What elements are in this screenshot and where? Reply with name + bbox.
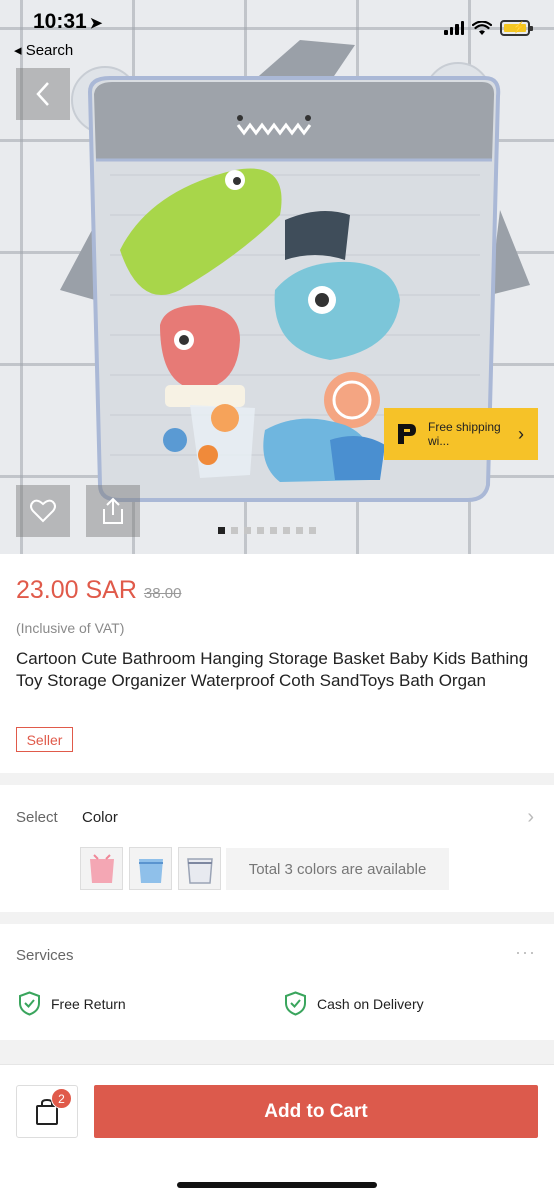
chevron-right-icon[interactable]: › [527, 806, 534, 829]
home-indicator[interactable] [177, 1182, 377, 1188]
shield-check-icon [19, 991, 40, 1016]
colors-available-note: Total 3 colors are available [226, 848, 449, 890]
pagination-dot[interactable] [257, 527, 264, 534]
image-back-button[interactable] [16, 68, 70, 120]
blue-basket-thumbnail [138, 858, 163, 883]
color-swatches [80, 847, 221, 890]
pagination-dot[interactable] [270, 527, 277, 534]
pagination-dot[interactable] [218, 527, 225, 534]
current-price: 23.00 SAR [16, 576, 137, 604]
product-title: Cartoon Cute Bathroom Hanging Storage Ba… [16, 649, 529, 690]
section-divider [0, 773, 554, 785]
color-swatch-pink[interactable] [80, 847, 123, 890]
gray-basket-thumbnail [186, 857, 213, 884]
shield-check-icon [285, 991, 306, 1016]
pagination-dot[interactable] [231, 527, 238, 534]
service-label: Cash on Delivery [317, 995, 424, 1012]
color-swatch-blue[interactable] [129, 847, 172, 890]
product-image[interactable] [0, 0, 554, 554]
pagination-dot[interactable] [296, 527, 303, 534]
free-shipping-text: Free shipping wi... [428, 420, 501, 448]
section-divider [0, 912, 554, 924]
select-color-option[interactable]: Color [82, 809, 118, 826]
brand-logo-icon [398, 424, 416, 444]
cellular-signal-icon [444, 21, 464, 35]
select-label: Select [16, 809, 58, 826]
back-to-search-link[interactable]: ◂ Search [14, 41, 73, 59]
wifi-icon [472, 20, 492, 35]
share-icon [103, 497, 123, 524]
color-swatch-gray[interactable] [178, 847, 221, 890]
pagination-dot[interactable] [309, 527, 316, 534]
wishlist-button[interactable] [16, 485, 70, 537]
chevron-left-icon [36, 82, 49, 106]
battery-icon: ⚡ [500, 20, 533, 36]
status-bar: 10:31 ➤ ◂ Search ⚡ [0, 0, 554, 64]
free-shipping-banner[interactable]: Free shipping wi... › [384, 408, 538, 460]
status-time: 10:31 [33, 10, 87, 33]
service-label: Free Return [51, 995, 126, 1012]
gallery-pagination [218, 527, 316, 534]
vat-note: (Inclusive of VAT) [16, 620, 125, 636]
service-cash-on-delivery: Cash on Delivery [284, 991, 424, 1016]
pagination-dot[interactable] [283, 527, 290, 534]
cart-count-badge: 2 [51, 1088, 72, 1109]
seller-badge[interactable]: Seller [16, 727, 73, 752]
heart-icon [30, 499, 56, 523]
location-arrow-icon: ➤ [89, 15, 103, 32]
share-button[interactable] [86, 485, 140, 537]
section-divider [0, 1040, 554, 1064]
pagination-dot[interactable] [244, 527, 251, 534]
product-gallery[interactable] [0, 0, 554, 554]
more-icon[interactable]: ··· [515, 942, 536, 963]
original-price: 38.00 [143, 585, 182, 602]
services-label: Services [16, 947, 74, 964]
service-free-return: Free Return [18, 991, 126, 1016]
price-row: 23.00 SAR 38.00 [16, 576, 181, 605]
pink-basket-thumbnail [89, 853, 114, 883]
chevron-right-icon: › [518, 423, 524, 444]
add-to-cart-button[interactable]: Add to Cart [94, 1085, 538, 1138]
